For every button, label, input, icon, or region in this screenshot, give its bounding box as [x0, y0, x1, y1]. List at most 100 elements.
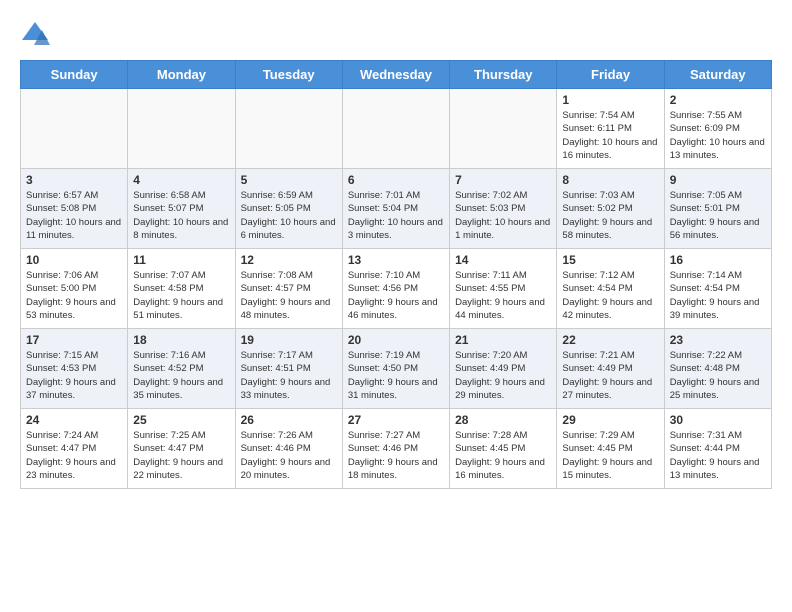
day-info: Sunrise: 6:59 AM Sunset: 5:05 PM Dayligh…: [241, 189, 337, 242]
calendar-cell: [128, 89, 235, 169]
calendar-cell: 15 Sunrise: 7:12 AM Sunset: 4:54 PM Dayli…: [557, 249, 664, 329]
day-info: Sunrise: 7:17 AM Sunset: 4:51 PM Dayligh…: [241, 349, 337, 402]
calendar-cell: 27 Sunrise: 7:27 AM Sunset: 4:46 PM Dayli…: [342, 409, 449, 489]
calendar-cell: 6 Sunrise: 7:01 AM Sunset: 5:04 PM Daylig…: [342, 169, 449, 249]
day-info: Sunrise: 7:15 AM Sunset: 4:53 PM Dayligh…: [26, 349, 122, 402]
calendar-cell: 8Sunrise: 7:03 AM Sunset: 5:02 PM Daylig…: [557, 169, 664, 249]
day-number: 17: [26, 333, 122, 347]
day-info: Sunrise: 7:27 AM Sunset: 4:46 PM Dayligh…: [348, 429, 444, 482]
day-number: 5: [241, 173, 337, 187]
calendar-cell: 11Sunrise: 7:07 AM Sunset: 4:58 PM Dayli…: [128, 249, 235, 329]
day-number: 10: [26, 253, 122, 267]
calendar: SundayMondayTuesdayWednesdayThursdayFrid…: [20, 60, 772, 489]
calendar-cell: 1 Sunrise: 7:54 AM Sunset: 6:11 PM Daylig…: [557, 89, 664, 169]
calendar-cell: 2 Sunrise: 7:55 AM Sunset: 6:09 PM Daylig…: [664, 89, 771, 169]
calendar-cell: 26 Sunrise: 7:26 AM Sunset: 4:46 PM Dayli…: [235, 409, 342, 489]
day-number: 23: [670, 333, 766, 347]
day-number: 4: [133, 173, 229, 187]
weekday-header-thursday: Thursday: [450, 61, 557, 89]
calendar-cell: [342, 89, 449, 169]
day-info: Sunrise: 7:12 AM Sunset: 4:54 PM Dayligh…: [562, 269, 658, 322]
logo-icon: [20, 20, 50, 50]
weekday-header-row: SundayMondayTuesdayWednesdayThursdayFrid…: [21, 61, 772, 89]
day-info: Sunrise: 7:10 AM Sunset: 4:56 PM Dayligh…: [348, 269, 444, 322]
day-number: 18: [133, 333, 229, 347]
day-number: 6: [348, 173, 444, 187]
day-number: 21: [455, 333, 551, 347]
week-row-0: 1 Sunrise: 7:54 AM Sunset: 6:11 PM Daylig…: [21, 89, 772, 169]
page-header: [20, 20, 772, 50]
day-info: Sunrise: 7:22 AM Sunset: 4:48 PM Dayligh…: [670, 349, 766, 402]
calendar-cell: 12 Sunrise: 7:08 AM Sunset: 4:57 PM Dayli…: [235, 249, 342, 329]
week-row-1: 3 Sunrise: 6:57 AM Sunset: 5:08 PM Daylig…: [21, 169, 772, 249]
calendar-cell: 3 Sunrise: 6:57 AM Sunset: 5:08 PM Daylig…: [21, 169, 128, 249]
day-number: 20: [348, 333, 444, 347]
calendar-cell: 7 Sunrise: 7:02 AM Sunset: 5:03 PM Daylig…: [450, 169, 557, 249]
day-number: 8: [562, 173, 658, 187]
day-info: Sunrise: 7:19 AM Sunset: 4:50 PM Dayligh…: [348, 349, 444, 402]
day-info: Sunrise: 7:28 AM Sunset: 4:45 PM Dayligh…: [455, 429, 551, 482]
weekday-header-friday: Friday: [557, 61, 664, 89]
day-number: 30: [670, 413, 766, 427]
day-number: 19: [241, 333, 337, 347]
day-info: Sunrise: 7:16 AM Sunset: 4:52 PM Dayligh…: [133, 349, 229, 402]
calendar-cell: 18 Sunrise: 7:16 AM Sunset: 4:52 PM Dayli…: [128, 329, 235, 409]
day-info: Sunrise: 7:26 AM Sunset: 4:46 PM Dayligh…: [241, 429, 337, 482]
weekday-header-sunday: Sunday: [21, 61, 128, 89]
weekday-header-wednesday: Wednesday: [342, 61, 449, 89]
day-info: Sunrise: 6:57 AM Sunset: 5:08 PM Dayligh…: [26, 189, 122, 242]
day-info: Sunrise: 7:31 AM Sunset: 4:44 PM Dayligh…: [670, 429, 766, 482]
calendar-cell: [450, 89, 557, 169]
calendar-cell: 22 Sunrise: 7:21 AM Sunset: 4:49 PM Dayli…: [557, 329, 664, 409]
calendar-cell: 28Sunrise: 7:28 AM Sunset: 4:45 PM Dayli…: [450, 409, 557, 489]
day-info: Sunrise: 7:25 AM Sunset: 4:47 PM Dayligh…: [133, 429, 229, 482]
day-info: Sunrise: 7:08 AM Sunset: 4:57 PM Dayligh…: [241, 269, 337, 322]
day-number: 27: [348, 413, 444, 427]
calendar-cell: 23 Sunrise: 7:22 AM Sunset: 4:48 PM Dayli…: [664, 329, 771, 409]
week-row-3: 17 Sunrise: 7:15 AM Sunset: 4:53 PM Dayli…: [21, 329, 772, 409]
day-number: 9: [670, 173, 766, 187]
day-number: 3: [26, 173, 122, 187]
day-number: 22: [562, 333, 658, 347]
day-info: Sunrise: 7:24 AM Sunset: 4:47 PM Dayligh…: [26, 429, 122, 482]
weekday-header-tuesday: Tuesday: [235, 61, 342, 89]
weekday-header-monday: Monday: [128, 61, 235, 89]
day-number: 12: [241, 253, 337, 267]
calendar-cell: 17 Sunrise: 7:15 AM Sunset: 4:53 PM Dayli…: [21, 329, 128, 409]
calendar-cell: 20 Sunrise: 7:19 AM Sunset: 4:50 PM Dayli…: [342, 329, 449, 409]
day-info: Sunrise: 7:14 AM Sunset: 4:54 PM Dayligh…: [670, 269, 766, 322]
calendar-cell: 25 Sunrise: 7:25 AM Sunset: 4:47 PM Dayli…: [128, 409, 235, 489]
calendar-cell: 30 Sunrise: 7:31 AM Sunset: 4:44 PM Dayli…: [664, 409, 771, 489]
calendar-cell: 5 Sunrise: 6:59 AM Sunset: 5:05 PM Daylig…: [235, 169, 342, 249]
day-info: Sunrise: 7:54 AM Sunset: 6:11 PM Dayligh…: [562, 109, 658, 162]
day-number: 16: [670, 253, 766, 267]
day-number: 1: [562, 93, 658, 107]
calendar-cell: 29 Sunrise: 7:29 AM Sunset: 4:45 PM Dayli…: [557, 409, 664, 489]
calendar-cell: 14Sunrise: 7:11 AM Sunset: 4:55 PM Dayli…: [450, 249, 557, 329]
day-info: Sunrise: 7:20 AM Sunset: 4:49 PM Dayligh…: [455, 349, 551, 402]
calendar-cell: 19 Sunrise: 7:17 AM Sunset: 4:51 PM Dayli…: [235, 329, 342, 409]
weekday-header-saturday: Saturday: [664, 61, 771, 89]
day-info: Sunrise: 7:29 AM Sunset: 4:45 PM Dayligh…: [562, 429, 658, 482]
day-number: 29: [562, 413, 658, 427]
day-info: Sunrise: 7:02 AM Sunset: 5:03 PM Dayligh…: [455, 189, 551, 242]
day-number: 7: [455, 173, 551, 187]
calendar-cell: 13 Sunrise: 7:10 AM Sunset: 4:56 PM Dayli…: [342, 249, 449, 329]
day-number: 25: [133, 413, 229, 427]
day-number: 15: [562, 253, 658, 267]
calendar-cell: 16 Sunrise: 7:14 AM Sunset: 4:54 PM Dayli…: [664, 249, 771, 329]
day-number: 26: [241, 413, 337, 427]
day-info: Sunrise: 7:11 AM Sunset: 4:55 PM Dayligh…: [455, 269, 551, 322]
day-info: Sunrise: 7:06 AM Sunset: 5:00 PM Dayligh…: [26, 269, 122, 322]
day-info: Sunrise: 7:21 AM Sunset: 4:49 PM Dayligh…: [562, 349, 658, 402]
day-info: Sunrise: 7:07 AM Sunset: 4:58 PM Dayligh…: [133, 269, 229, 322]
day-number: 2: [670, 93, 766, 107]
calendar-cell: [235, 89, 342, 169]
calendar-cell: [21, 89, 128, 169]
day-number: 13: [348, 253, 444, 267]
calendar-cell: 10 Sunrise: 7:06 AM Sunset: 5:00 PM Dayli…: [21, 249, 128, 329]
day-info: Sunrise: 7:01 AM Sunset: 5:04 PM Dayligh…: [348, 189, 444, 242]
calendar-cell: 24Sunrise: 7:24 AM Sunset: 4:47 PM Dayli…: [21, 409, 128, 489]
day-info: Sunrise: 6:58 AM Sunset: 5:07 PM Dayligh…: [133, 189, 229, 242]
day-info: Sunrise: 7:55 AM Sunset: 6:09 PM Dayligh…: [670, 109, 766, 162]
